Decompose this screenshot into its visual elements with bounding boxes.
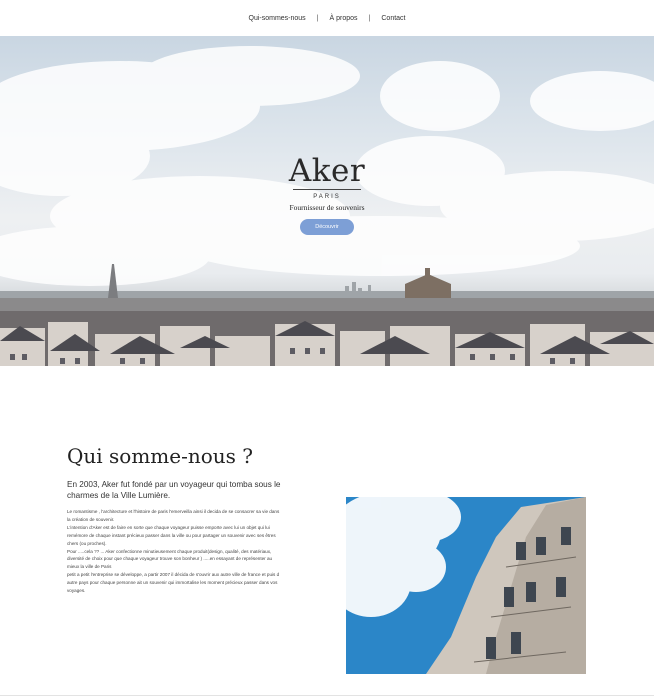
about-paragraph: Pour .....cela ?? ... Aker confectionne … bbox=[67, 548, 273, 570]
brand-divider bbox=[293, 189, 361, 190]
about-paragraph: petit a petit l'entreprise se développe,… bbox=[67, 572, 280, 594]
about-paragraph: L'intention d'Aker est de faire en sorte… bbox=[67, 524, 276, 546]
nav-link-contact[interactable]: Contact bbox=[381, 15, 405, 22]
hero-brand-block: Aker PARIS Fournisseur de souvenirs Déco… bbox=[0, 154, 654, 235]
hero-banner: Aker PARIS Fournisseur de souvenirs Déco… bbox=[0, 36, 654, 366]
about-body-text: Le romantisme , l'architecture et l'hist… bbox=[67, 508, 282, 595]
top-nav: Qui-sommes-nous | À propos | Contact bbox=[0, 0, 654, 36]
about-heading: Qui somme-nous ? bbox=[67, 444, 254, 468]
about-lead-text: En 2003, Aker fut fondé par un voyageur … bbox=[67, 480, 281, 500]
nav-separator: | bbox=[316, 14, 319, 22]
page: Qui-sommes-nous | À propos | Contact Ake… bbox=[0, 0, 654, 697]
nav-link-qui-sommes-nous[interactable]: Qui-sommes-nous bbox=[249, 15, 306, 22]
brand-title: Aker bbox=[288, 153, 366, 189]
nav-separator: | bbox=[368, 14, 371, 22]
about-paragraph: Le romantisme , l'architecture et l'hist… bbox=[67, 509, 280, 522]
discover-button[interactable]: Découvrir bbox=[300, 219, 354, 235]
brand-city: PARIS bbox=[313, 194, 341, 200]
nav-link-a-propos[interactable]: À propos bbox=[330, 15, 358, 22]
haussmann-building-photo bbox=[346, 497, 586, 674]
footer-divider bbox=[0, 695, 654, 696]
brand-tagline: Fournisseur de souvenirs bbox=[289, 203, 365, 212]
